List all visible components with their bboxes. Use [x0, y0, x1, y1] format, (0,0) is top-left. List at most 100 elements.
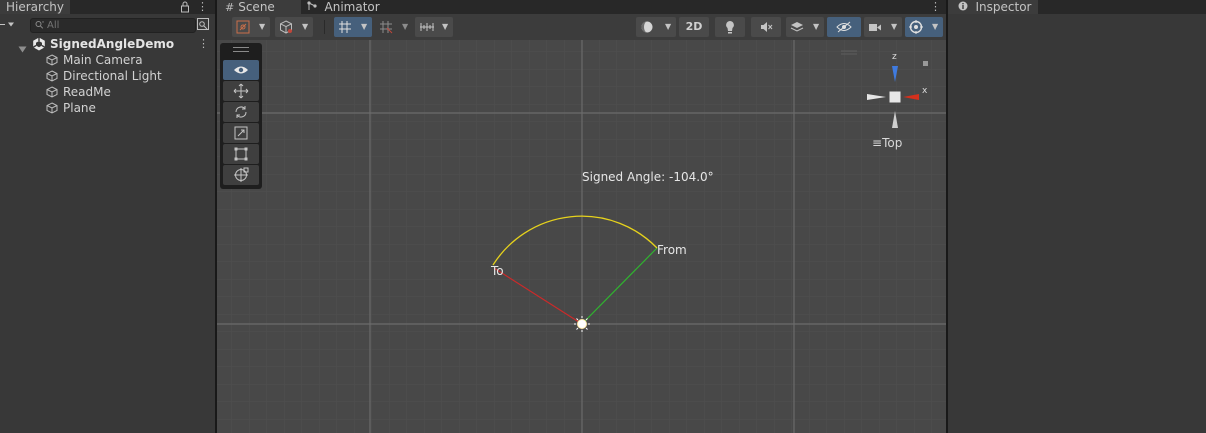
sphere-icon	[641, 21, 653, 33]
tab-inspector[interactable]: Inspector	[948, 0, 1038, 14]
animator-tab-label: Animator	[324, 0, 380, 14]
rect-transform-icon	[234, 147, 248, 161]
rect-tool-button[interactable]	[223, 144, 259, 164]
scale-icon	[234, 126, 248, 140]
orientation-gizmo[interactable]: z x ≡Top	[857, 52, 937, 162]
hierarchy-item-readme[interactable]: ReadMe	[0, 84, 215, 100]
audio-mute-icon	[761, 22, 773, 32]
info-icon	[958, 1, 972, 14]
snap-icon	[380, 21, 393, 34]
tab-hierarchy[interactable]: Hierarchy	[0, 0, 71, 14]
inspector-tab-label: Inspector	[975, 0, 1032, 14]
hierarchy-search[interactable]	[30, 18, 196, 33]
rotate-icon	[235, 106, 247, 118]
ruler-snap-button[interactable]: ▼	[415, 17, 453, 37]
2d-toggle-button[interactable]: 2D	[679, 17, 709, 37]
effects-dropdown-button[interactable]: ▼	[786, 17, 824, 37]
gizmo-x-label: x	[922, 86, 928, 96]
view-mode-text: Top	[882, 136, 903, 150]
scene-view-canvas	[217, 40, 946, 433]
light-bulb-icon	[726, 21, 734, 34]
grid-toggle-button[interactable]: ▼	[334, 17, 372, 37]
increment-snap-button[interactable]: ▼	[375, 17, 413, 37]
eye-hidden-icon	[836, 21, 852, 33]
chevron-down-icon: ▼	[813, 22, 820, 31]
view-mode-label[interactable]: ≡Top	[872, 136, 902, 150]
hierarchy-scene-row[interactable]: SignedAngleDemo ⋮	[0, 36, 215, 53]
scene-tabbar: # Scene Animator ⋮	[217, 0, 946, 14]
to-label: To	[491, 264, 504, 278]
gizmos-toggle-button[interactable]: ▼	[905, 17, 943, 37]
hierarchy-item-label: Main Camera	[63, 53, 143, 67]
scene-visibility-toggle-button[interactable]	[827, 17, 861, 37]
hierarchy-item-label: Plane	[63, 101, 96, 115]
search-icon	[34, 18, 45, 33]
chevron-down-icon: ▼	[442, 22, 449, 31]
chevron-down-icon: ▼	[361, 22, 368, 31]
render-mode-button[interactable]: ▼	[275, 17, 313, 37]
animator-icon	[307, 1, 321, 14]
signed-angle-label: Signed Angle: -104.0°	[582, 170, 714, 184]
draw-mode-button[interactable]: ▼	[232, 17, 270, 37]
gizmo-z-label: z	[892, 52, 897, 62]
scene-visibility-icon[interactable]	[196, 17, 210, 31]
chevron-down-icon: ▼	[932, 22, 939, 31]
transform-tool-button[interactable]	[223, 165, 259, 185]
scene-panel: # Scene Animator ⋮ ▼ ▼ ▼ ▼ ▼ ▼ 2D ▼ ▼ ▼ …	[217, 0, 946, 433]
drag-handle-icon[interactable]	[233, 47, 249, 52]
tab-scene[interactable]: # Scene	[217, 0, 301, 14]
hierarchy-item-label: Directional Light	[63, 69, 162, 83]
eye-icon	[234, 66, 248, 74]
lighting-toggle-button[interactable]	[715, 17, 745, 37]
chevron-down-icon: ▼	[665, 22, 672, 31]
from-label: From	[657, 243, 687, 257]
camera-settings-button[interactable]: ▼	[864, 17, 902, 37]
cube-red-icon	[280, 20, 292, 34]
lock-icon[interactable]	[180, 0, 190, 14]
lighting-dropdown-button[interactable]: ▼	[636, 17, 676, 37]
inspector-tabbar: Inspector	[948, 0, 1206, 14]
tools-overlay	[220, 43, 262, 189]
grid-snap-icon	[339, 21, 351, 33]
move-arrows-icon	[233, 83, 249, 99]
camera-icon	[869, 24, 881, 31]
scale-tool-button[interactable]	[223, 123, 259, 143]
ruler-icon	[420, 23, 434, 31]
hierarchy-tab-label: Hierarchy	[6, 0, 65, 14]
toolbar-divider	[324, 20, 325, 34]
transform-combined-icon	[234, 167, 249, 182]
hierarchy-search-input[interactable]	[47, 19, 187, 32]
hierarchy-item-main-camera[interactable]: Main Camera	[0, 52, 215, 68]
chevron-down-icon: ▼	[259, 22, 266, 31]
hierarchy-item-label: ReadMe	[63, 85, 111, 99]
gameobject-cube-icon	[46, 102, 58, 114]
tab-animator[interactable]: Animator	[301, 0, 386, 14]
effects-layers-icon	[790, 22, 804, 32]
chevron-down-icon: ▼	[302, 22, 309, 31]
rotate-tool-button[interactable]	[223, 102, 259, 122]
scene-menu-icon[interactable]: ⋮	[930, 0, 941, 14]
hierarchy-menu-icon[interactable]: ⋮	[197, 0, 208, 14]
chevron-down-icon: ▼	[402, 22, 409, 31]
grid-icon: #	[225, 1, 235, 14]
move-tool-button[interactable]	[223, 81, 259, 101]
scene-viewport[interactable]: Signed Angle: -104.0° From To z x ≡Top	[217, 40, 946, 433]
gameobject-cube-icon	[46, 54, 58, 66]
inspector-panel: Inspector	[948, 0, 1206, 433]
create-dropdown[interactable]	[0, 18, 20, 31]
hamburger-icon: ≡	[872, 136, 883, 150]
hierarchy-panel: Hierarchy ⋮ SignedAngleDemo ⋮ Main Camer…	[0, 0, 215, 433]
scene-name: SignedAngleDemo	[50, 37, 175, 51]
view-tool-button[interactable]	[223, 60, 259, 80]
chevron-down-icon: ▼	[891, 22, 898, 31]
scene-menu-icon[interactable]: ⋮	[198, 37, 209, 51]
shaded-mode-icon	[236, 20, 250, 34]
hierarchy-tabbar: Hierarchy ⋮	[0, 0, 215, 14]
scene-tab-label: Scene	[238, 0, 275, 14]
hierarchy-item-directional-light[interactable]: Directional Light	[0, 68, 215, 84]
hierarchy-item-plane[interactable]: Plane	[0, 100, 215, 116]
gizmo-globe-icon	[909, 20, 923, 34]
audio-toggle-button[interactable]	[751, 17, 781, 37]
gameobject-cube-icon	[46, 86, 58, 98]
gameobject-cube-icon	[46, 70, 58, 82]
